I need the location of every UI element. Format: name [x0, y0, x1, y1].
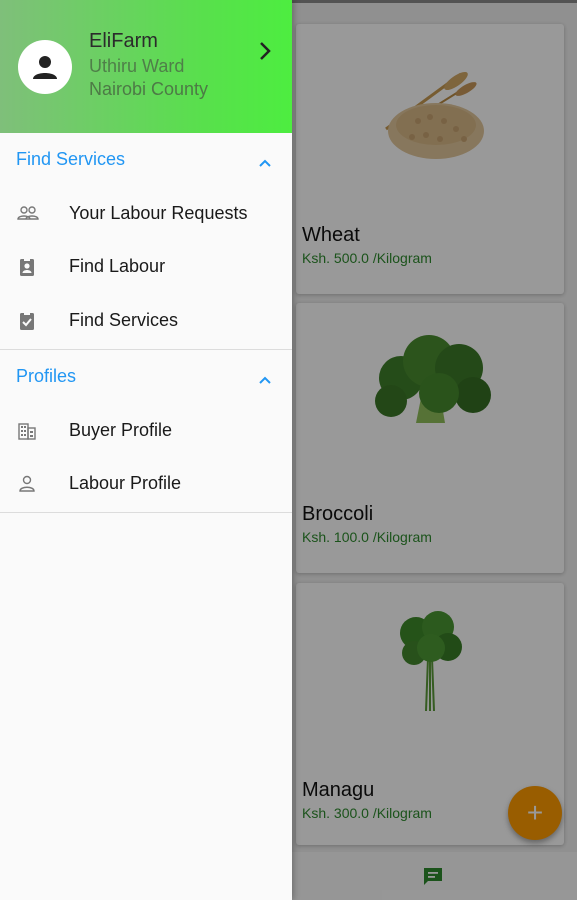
navigation-drawer: EliFarm Uthiru Ward Nairobi County Find …	[0, 0, 292, 900]
menu-item-label: Your Labour Requests	[69, 203, 248, 223]
menu-item-buyer-profile[interactable]: Buyer Profile	[0, 405, 292, 457]
people-outline-icon	[17, 204, 39, 224]
chevron-up-icon[interactable]	[258, 155, 272, 167]
menu-item-label: Labour Profile	[69, 473, 182, 493]
menu-item-label: Find Services	[69, 310, 179, 330]
building-icon	[17, 421, 37, 441]
menu-item-label: Buyer Profile	[69, 420, 173, 440]
clipboard-check-icon	[17, 311, 37, 331]
section-title-profiles[interactable]: Profiles	[16, 366, 76, 387]
person-outline-icon	[17, 474, 37, 494]
section-divider	[0, 512, 292, 513]
person-icon	[33, 56, 57, 79]
section-divider	[0, 349, 292, 350]
user-county: Nairobi County	[89, 79, 209, 99]
menu-item-your-labour-requests[interactable]: Your Labour Requests	[0, 188, 292, 240]
user-ward: Uthiru Ward	[89, 56, 185, 76]
menu-item-find-services[interactable]: Find Services	[0, 295, 292, 347]
drawer-header[interactable]: EliFarm Uthiru Ward Nairobi County	[0, 0, 292, 133]
user-name: EliFarm	[89, 30, 158, 52]
avatar	[18, 40, 72, 94]
menu-item-find-labour[interactable]: Find Labour	[0, 241, 292, 293]
chevron-up-icon[interactable]	[258, 372, 272, 384]
section-title-find-services[interactable]: Find Services	[16, 149, 125, 170]
chevron-right-icon[interactable]	[257, 40, 273, 62]
contact-badge-icon	[17, 257, 37, 277]
menu-item-labour-profile[interactable]: Labour Profile	[0, 458, 292, 510]
menu-item-label: Find Labour	[69, 256, 166, 276]
